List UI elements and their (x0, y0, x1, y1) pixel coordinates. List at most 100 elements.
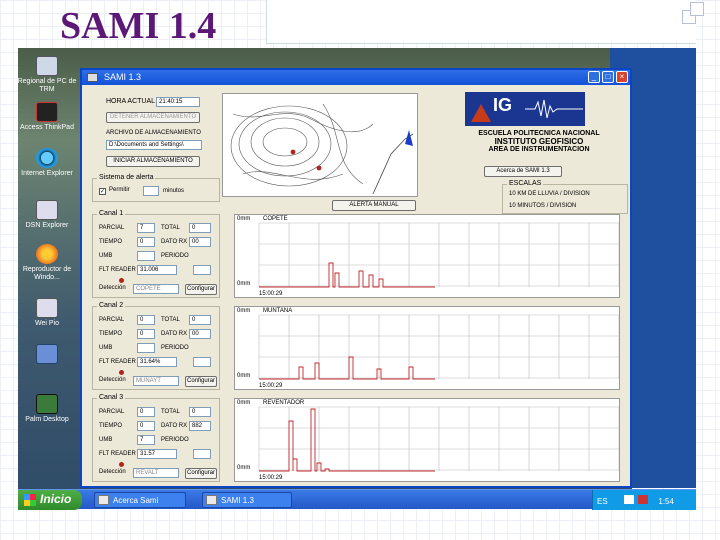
desktop-icon[interactable]: Access ThinkPad (16, 102, 78, 132)
desktop-icon[interactable]: Palm Desktop (16, 394, 78, 424)
total-field: 0 (189, 407, 211, 417)
decorative-square (690, 2, 704, 16)
escalas-group: ESCALAS 10 KM DE LLUVIA / DIVISION 10 MI… (502, 180, 628, 214)
umbral-field[interactable]: 7 (137, 435, 155, 445)
total-field: 0 (189, 315, 211, 325)
institution-line: AREA DE INSTRUMENTACION (488, 146, 590, 153)
desktop-icon[interactable]: Internet Explorer (16, 148, 78, 178)
institution-line: INSTITUTO GEOFISICO (494, 137, 584, 146)
station-marker (316, 165, 322, 171)
taskbar-button-label: Acerca Sami (113, 496, 159, 505)
slide-title: SAMI 1.4 (60, 5, 217, 47)
language-indicator[interactable]: ES (597, 497, 608, 506)
rain-trace-line (259, 408, 435, 472)
tray-app-icon[interactable] (623, 495, 634, 504)
total-label: TOTAL (161, 225, 180, 231)
canal-3-group: Canal 3 PARCIAL 0 TOTAL 0 TIEMPO 0 DATO … (92, 394, 220, 482)
acerca-button[interactable]: Acerca de SAMI 1.3 (484, 166, 562, 177)
configurar-button[interactable]: Configurar (185, 284, 217, 295)
title-box (266, 0, 696, 44)
umbral-label: UMB (99, 253, 113, 259)
detener-almacenamiento-button[interactable]: DETENER ALMACENAMIENTO (106, 112, 200, 123)
trace-svg (258, 406, 619, 472)
parcial-field: 7 (137, 223, 155, 233)
dato-rx-label: DATO RX (161, 239, 188, 245)
minutos-label: minutos (163, 188, 185, 194)
sistema-alerta-group: Sistema de alerta ✓ Permitir minutos (92, 174, 220, 202)
trace-station-label: REVENTADOR (263, 400, 305, 406)
ig-logo: IG (465, 92, 585, 126)
tiempo-label: TIEMPO (99, 423, 123, 429)
escala-minutos: 10 MINUTOS / DIVISION (509, 203, 577, 209)
trace-station-label: COPETE (263, 216, 288, 222)
periodo-label: PERIODO (161, 345, 189, 351)
configurar-button[interactable]: Configurar (185, 468, 217, 479)
tray-app-icon[interactable] (638, 495, 649, 504)
tiempo-label: TIEMPO (99, 239, 123, 245)
palm-icon (36, 394, 58, 414)
minimize-icon[interactable]: _ (588, 71, 600, 83)
deteccion-label: Detección (99, 469, 126, 475)
ie-icon (36, 148, 58, 168)
umbral-label: UMB (99, 437, 113, 443)
maximize-icon[interactable]: □ (602, 71, 614, 83)
trace-plot-canal-1: COPETE 0mm 0mm 15:00:29 (234, 214, 620, 298)
desktop-icon-label: Wei Pio (35, 320, 59, 327)
iniciar-almacenamiento-button[interactable]: INICIAR ALMACENAMIENTO (106, 156, 200, 167)
trace-svg (258, 314, 619, 380)
minutos-field[interactable] (143, 186, 159, 196)
deteccion-label: Detección (99, 285, 126, 291)
escalas-title: ESCALAS (507, 180, 544, 187)
flt-reader-label: FLT READER (99, 267, 136, 273)
desktop-icon[interactable] (16, 344, 78, 366)
taskbar: Inicio Acerca Sami SAMI 1.3 ES 1:54 (18, 489, 696, 510)
institution-text: ESCUELA POLITECNICA NACIONAL INSTITUTO G… (454, 130, 624, 154)
hora-field: 21:40:15 (156, 97, 200, 107)
flt-reader-label: FLT READER (99, 451, 136, 457)
periodo-field[interactable] (193, 357, 211, 367)
umbral-field[interactable] (137, 251, 155, 261)
taskbar-button-sami[interactable]: SAMI 1.3 (202, 492, 292, 508)
alerta-manual-button[interactable]: ALERTA MANUAL (332, 200, 416, 211)
flt-reader-field: 31.57 (137, 449, 177, 459)
permitir-label: Permitir (109, 187, 130, 193)
window-icon (206, 495, 217, 505)
parcial-field: 0 (137, 407, 155, 417)
desktop-icon[interactable]: Reproductor de Windo... (16, 244, 78, 282)
desktop-icon[interactable]: DSN Explorer (16, 200, 78, 230)
start-label: Inicio (40, 492, 72, 506)
dato-rx-field: 882 (189, 421, 211, 431)
trace-plot-canal-2: MUNTAÑA 0mm 0mm 15:00:29 (234, 306, 620, 390)
close-icon[interactable]: × (616, 71, 628, 83)
periodo-field[interactable] (193, 449, 211, 459)
windows-flag-icon (24, 494, 36, 506)
tiempo-field: 0 (137, 329, 155, 339)
canal-title: Canal 2 (97, 302, 126, 309)
canal-2-group: Canal 2 PARCIAL 0 TOTAL 0 TIEMPO 0 DATO … (92, 302, 220, 390)
map-svg (230, 103, 414, 195)
window-icon (98, 495, 109, 505)
status-led (119, 462, 124, 467)
trace-time-label: 15:00:29 (259, 291, 283, 297)
archivo-field[interactable]: D:\Documents and Settings\ (106, 140, 202, 150)
system-tray: ES 1:54 (592, 490, 696, 510)
desktop-icon[interactable]: Wei Pio (16, 298, 78, 328)
total-label: TOTAL (161, 409, 180, 415)
dato-rx-field: 00 (189, 237, 211, 247)
start-button[interactable]: Inicio (18, 490, 82, 510)
window-titlebar[interactable]: SAMI 1.3 _ □ × (82, 70, 630, 85)
configurar-button[interactable]: Configurar (185, 376, 217, 387)
total-field: 0 (189, 223, 211, 233)
taskbar-button-acerca[interactable]: Acerca Sami (94, 492, 186, 508)
permitir-checkbox[interactable]: ✓ (99, 188, 106, 195)
parcial-field: 0 (137, 315, 155, 325)
desktop-icon[interactable]: Regional de PC de TRM (16, 56, 78, 94)
umbral-field[interactable] (137, 343, 155, 353)
volcano-icon (471, 104, 491, 122)
network-icon (36, 344, 58, 364)
sistema-alerta-title: Sistema de alerta (97, 174, 156, 181)
escala-lluvia: 10 KM DE LLUVIA / DIVISION (509, 191, 590, 197)
periodo-field[interactable] (193, 265, 211, 275)
shortcut-icon (36, 298, 58, 318)
hora-label: HORA ACTUAL (106, 98, 156, 105)
